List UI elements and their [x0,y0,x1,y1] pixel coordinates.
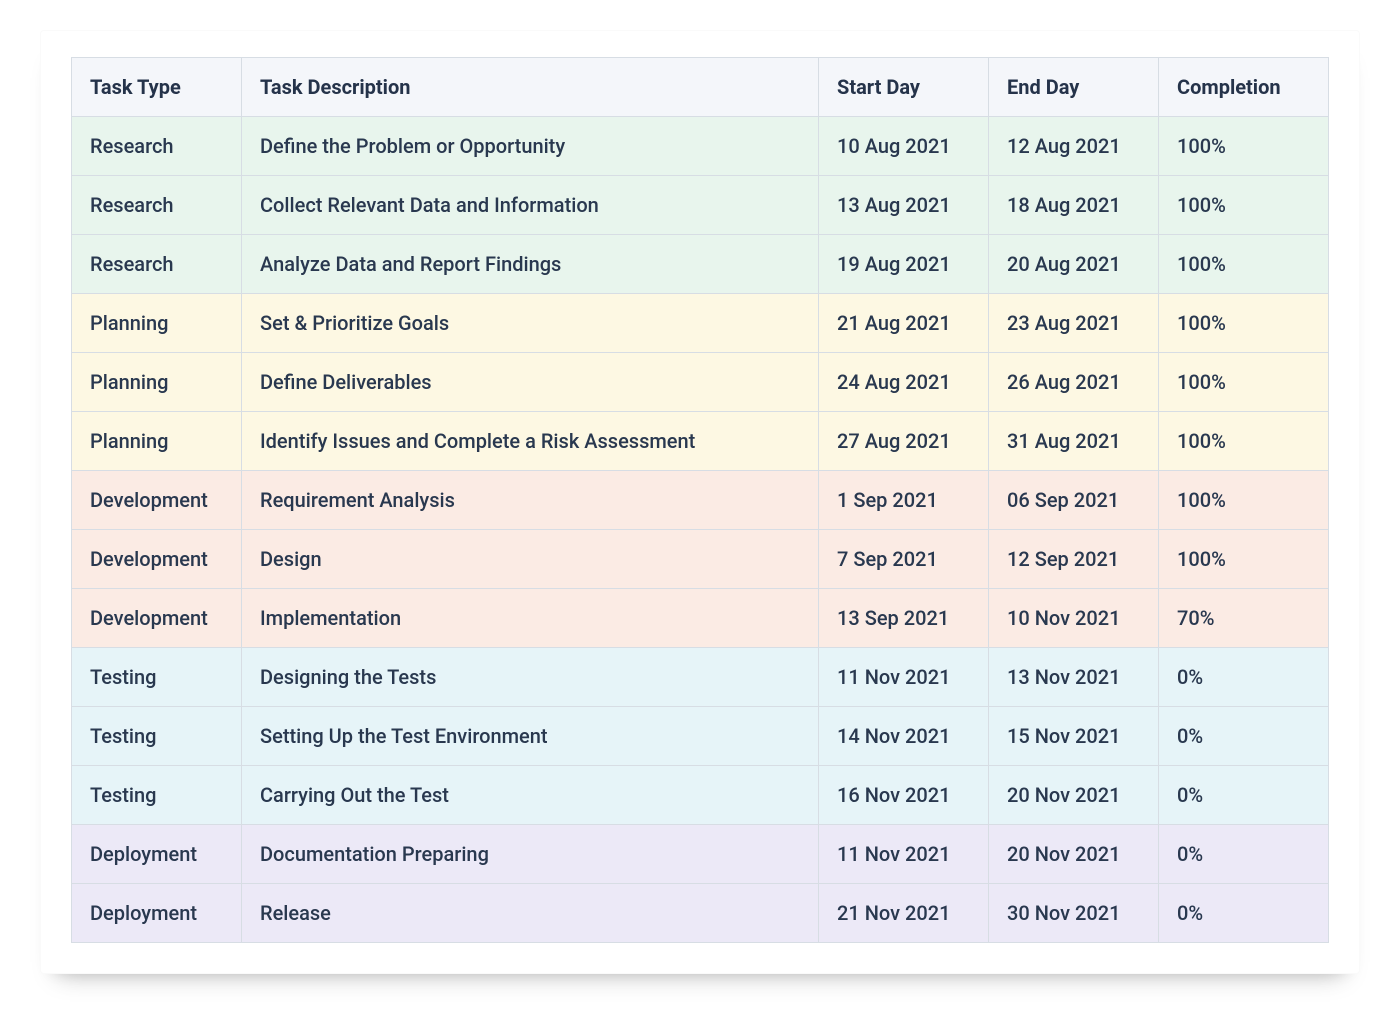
cell-type: Testing [72,648,242,707]
cell-description: Collect Relevant Data and Information [242,176,819,235]
cell-end: 31 Aug 2021 [989,412,1159,471]
cell-completion: 100% [1159,530,1329,589]
cell-completion: 100% [1159,235,1329,294]
table-row: Testing Setting Up the Test Environment … [72,707,1329,766]
cell-start: 21 Aug 2021 [819,294,989,353]
table-row: Planning Set & Prioritize Goals 21 Aug 2… [72,294,1329,353]
cell-type: Deployment [72,884,242,943]
cell-end: 12 Sep 2021 [989,530,1159,589]
cell-description: Documentation Preparing [242,825,819,884]
cell-description: Set & Prioritize Goals [242,294,819,353]
cell-description: Requirement Analysis [242,471,819,530]
cell-end: 15 Nov 2021 [989,707,1159,766]
cell-completion: 100% [1159,353,1329,412]
task-table: Task Type Task Description Start Day End… [71,57,1329,943]
cell-type: Deployment [72,825,242,884]
cell-description: Designing the Tests [242,648,819,707]
table-row: Research Collect Relevant Data and Infor… [72,176,1329,235]
task-table-body: Research Define the Problem or Opportuni… [72,117,1329,943]
table-row: Deployment Documentation Preparing 11 No… [72,825,1329,884]
cell-description: Identify Issues and Complete a Risk Asse… [242,412,819,471]
cell-start: 19 Aug 2021 [819,235,989,294]
col-header-end: End Day [989,58,1159,117]
cell-start: 11 Nov 2021 [819,825,989,884]
cell-completion: 0% [1159,648,1329,707]
cell-end: 20 Nov 2021 [989,825,1159,884]
cell-completion: 100% [1159,471,1329,530]
table-row: Testing Carrying Out the Test 16 Nov 202… [72,766,1329,825]
cell-start: 1 Sep 2021 [819,471,989,530]
cell-start: 27 Aug 2021 [819,412,989,471]
cell-start: 11 Nov 2021 [819,648,989,707]
cell-type: Planning [72,294,242,353]
cell-end: 23 Aug 2021 [989,294,1159,353]
cell-start: 7 Sep 2021 [819,530,989,589]
cell-start: 14 Nov 2021 [819,707,989,766]
cell-description: Release [242,884,819,943]
cell-start: 16 Nov 2021 [819,766,989,825]
table-row: Research Analyze Data and Report Finding… [72,235,1329,294]
col-header-type: Task Type [72,58,242,117]
cell-start: 21 Nov 2021 [819,884,989,943]
cell-completion: 100% [1159,294,1329,353]
cell-end: 20 Nov 2021 [989,766,1159,825]
cell-description: Setting Up the Test Environment [242,707,819,766]
cell-type: Research [72,235,242,294]
cell-description: Design [242,530,819,589]
cell-completion: 0% [1159,884,1329,943]
table-row: Planning Identify Issues and Complete a … [72,412,1329,471]
col-header-description: Task Description [242,58,819,117]
cell-end: 26 Aug 2021 [989,353,1159,412]
cell-completion: 100% [1159,117,1329,176]
cell-completion: 0% [1159,825,1329,884]
cell-end: 12 Aug 2021 [989,117,1159,176]
cell-end: 20 Aug 2021 [989,235,1159,294]
cell-type: Research [72,117,242,176]
cell-description: Implementation [242,589,819,648]
table-row: Development Implementation 13 Sep 2021 1… [72,589,1329,648]
cell-type: Development [72,589,242,648]
page: Task Type Task Description Start Day End… [0,0,1400,1034]
cell-start: 13 Aug 2021 [819,176,989,235]
cell-completion: 100% [1159,412,1329,471]
cell-type: Testing [72,766,242,825]
cell-start: 13 Sep 2021 [819,589,989,648]
table-row: Research Define the Problem or Opportuni… [72,117,1329,176]
cell-description: Carrying Out the Test [242,766,819,825]
cell-type: Testing [72,707,242,766]
cell-start: 10 Aug 2021 [819,117,989,176]
table-row: Testing Designing the Tests 11 Nov 2021 … [72,648,1329,707]
cell-completion: 70% [1159,589,1329,648]
cell-description: Define Deliverables [242,353,819,412]
cell-start: 24 Aug 2021 [819,353,989,412]
table-header-row: Task Type Task Description Start Day End… [72,58,1329,117]
cell-end: 10 Nov 2021 [989,589,1159,648]
col-header-start: Start Day [819,58,989,117]
cell-description: Define the Problem or Opportunity [242,117,819,176]
cell-end: 18 Aug 2021 [989,176,1159,235]
cell-end: 13 Nov 2021 [989,648,1159,707]
cell-type: Planning [72,412,242,471]
task-table-card: Task Type Task Description Start Day End… [40,30,1360,974]
cell-description: Analyze Data and Report Findings [242,235,819,294]
cell-completion: 0% [1159,707,1329,766]
cell-type: Development [72,471,242,530]
cell-type: Planning [72,353,242,412]
cell-completion: 100% [1159,176,1329,235]
table-row: Deployment Release 21 Nov 2021 30 Nov 20… [72,884,1329,943]
cell-end: 06 Sep 2021 [989,471,1159,530]
table-row: Planning Define Deliverables 24 Aug 2021… [72,353,1329,412]
cell-type: Development [72,530,242,589]
table-row: Development Requirement Analysis 1 Sep 2… [72,471,1329,530]
cell-completion: 0% [1159,766,1329,825]
cell-end: 30 Nov 2021 [989,884,1159,943]
col-header-completion: Completion [1159,58,1329,117]
table-row: Development Design 7 Sep 2021 12 Sep 202… [72,530,1329,589]
cell-type: Research [72,176,242,235]
